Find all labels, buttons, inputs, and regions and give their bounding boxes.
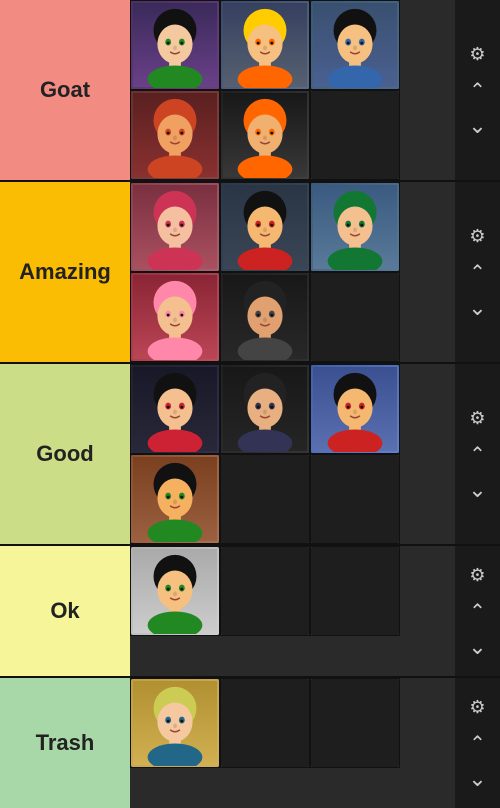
character-card-gon2[interactable] xyxy=(130,454,220,544)
gear-button-amazing[interactable]: ⚙ xyxy=(463,221,493,251)
character-card-yuji[interactable] xyxy=(130,272,220,362)
character-card-empty5[interactable] xyxy=(220,546,310,636)
character-card-empty6[interactable] xyxy=(310,546,400,636)
character-card-ichigo[interactable] xyxy=(220,90,310,180)
character-card-meliodas[interactable] xyxy=(130,678,220,768)
tier-row-goat: Goat ⚙ ⌃ ⌄ xyxy=(0,0,500,182)
move-down-button-ok[interactable]: ⌄ xyxy=(463,632,493,662)
tier-controls-ok: ⚙ ⌃ ⌄ xyxy=(455,546,500,676)
move-down-button-trash[interactable]: ⌄ xyxy=(463,764,493,794)
tier-label-ok: Ok xyxy=(0,546,130,676)
move-down-button-goat[interactable]: ⌄ xyxy=(463,111,493,141)
gear-button-good[interactable]: ⚙ xyxy=(463,403,493,433)
tier-controls-good: ⚙ ⌃ ⌄ xyxy=(455,364,500,544)
character-card-tanjiro[interactable] xyxy=(310,364,400,454)
character-card-empty8[interactable] xyxy=(310,678,400,768)
move-up-button-good[interactable]: ⌃ xyxy=(463,439,493,469)
tier-label-goat: Goat xyxy=(0,0,130,180)
tier-label-trash: Trash xyxy=(0,678,130,808)
move-up-button-ok[interactable]: ⌃ xyxy=(463,596,493,626)
tier-images-amazing xyxy=(130,182,455,362)
gear-button-trash[interactable]: ⚙ xyxy=(463,692,493,722)
tier-controls-goat: ⚙ ⌃ ⌄ xyxy=(455,0,500,180)
gear-button-ok[interactable]: ⚙ xyxy=(463,560,493,590)
tier-row-amazing: Amazing ⚙ ⌃ ⌄ xyxy=(0,182,500,364)
tier-images-goat xyxy=(130,0,455,180)
move-up-button-goat[interactable]: ⌃ xyxy=(463,75,493,105)
character-card-deku[interactable] xyxy=(310,182,400,272)
character-card-kurama[interactable] xyxy=(130,90,220,180)
gear-button-goat[interactable]: ⚙ xyxy=(463,39,493,69)
character-card-empty2[interactable] xyxy=(310,272,400,362)
character-card-empty4[interactable] xyxy=(310,454,400,544)
character-card-gon[interactable] xyxy=(130,546,220,636)
move-down-button-amazing[interactable]: ⌄ xyxy=(463,293,493,323)
character-card-naruto[interactable] xyxy=(220,0,310,90)
move-up-button-amazing[interactable]: ⌃ xyxy=(463,257,493,287)
character-card-yusuke[interactable] xyxy=(130,0,220,90)
tier-images-trash xyxy=(130,678,455,808)
character-card-shoya[interactable] xyxy=(130,182,220,272)
tier-list: Goat ⚙ ⌃ ⌄ Amazing ⚙ ⌃ ⌄ Good ⚙ ⌃ ⌄ Ok ⚙ ⌃ ⌄ Trash ⚙ ⌃ ⌄ xyxy=(0,0,500,808)
tier-row-good: Good ⚙ ⌃ ⌄ xyxy=(0,364,500,546)
character-card-goku[interactable] xyxy=(310,0,400,90)
character-card-kirito[interactable] xyxy=(220,364,310,454)
character-card-luffy[interactable] xyxy=(220,182,310,272)
move-down-button-good[interactable]: ⌄ xyxy=(463,475,493,505)
tier-controls-trash: ⚙ ⌃ ⌄ xyxy=(455,678,500,808)
tier-label-amazing: Amazing xyxy=(0,182,130,362)
character-card-empty1[interactable] xyxy=(310,90,400,180)
character-card-empty7[interactable] xyxy=(220,678,310,768)
tier-row-trash: Trash ⚙ ⌃ ⌄ xyxy=(0,678,500,808)
character-card-aizawa[interactable] xyxy=(220,272,310,362)
tier-images-ok xyxy=(130,546,455,676)
tier-row-ok: Ok ⚙ ⌃ ⌄ xyxy=(0,546,500,678)
move-up-button-trash[interactable]: ⌃ xyxy=(463,728,493,758)
tier-images-good xyxy=(130,364,455,544)
tier-controls-amazing: ⚙ ⌃ ⌄ xyxy=(455,182,500,362)
tier-label-good: Good xyxy=(0,364,130,544)
character-card-nico[interactable] xyxy=(130,364,220,454)
character-card-empty3[interactable] xyxy=(220,454,310,544)
